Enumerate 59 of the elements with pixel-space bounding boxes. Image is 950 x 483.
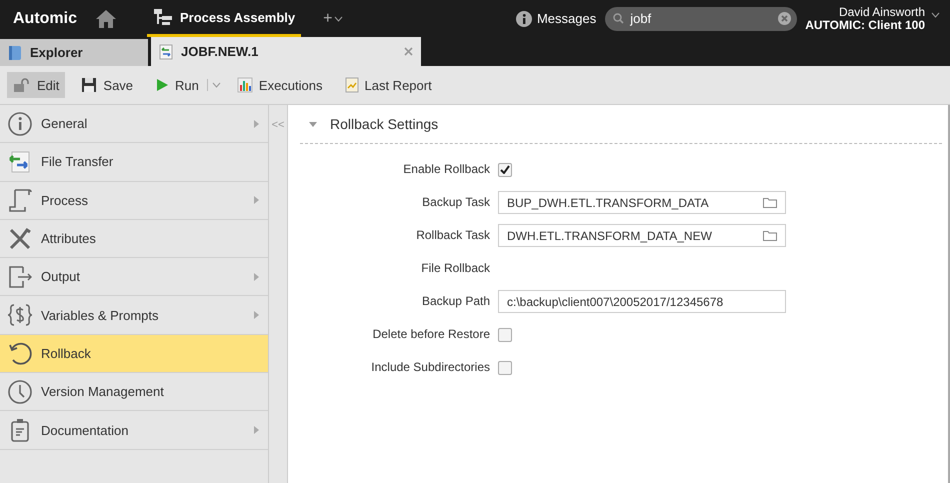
field-label: Backup Path (420, 293, 490, 310)
hierarchy-icon (153, 8, 173, 26)
document-tab[interactable]: JOBF.NEW.1 (151, 37, 421, 66)
book-icon (8, 44, 22, 60)
field-label: Rollback Task (415, 227, 490, 244)
chevron-down-icon[interactable] (931, 12, 940, 18)
toolbar-button[interactable]: Executions (230, 72, 328, 98)
sidebar-item[interactable]: File Transfer (0, 143, 268, 182)
section-title: Rollback Settings (330, 116, 438, 132)
folder-icon[interactable] (763, 230, 777, 241)
client-name[interactable]: AUTOMIC: Client 100 (805, 18, 925, 32)
toolbar-button[interactable]: Save (75, 72, 140, 98)
messages-link[interactable]: Messages (536, 11, 596, 26)
field-label: Backup Task (421, 194, 490, 211)
padlock-icon (13, 78, 31, 92)
scroll-icon (7, 187, 33, 214)
sidebar-item[interactable]: Attributes (0, 220, 268, 258)
sidebar-item[interactable]: Output (0, 258, 268, 296)
field-label: Delete before Restore (372, 326, 490, 343)
lookup-field[interactable]: BUP_DWH.ETL.TRANSFORM_DATA (498, 191, 786, 214)
undo-icon (7, 340, 33, 366)
sidebar-item[interactable]: Process (0, 182, 268, 220)
report-icon (344, 77, 358, 93)
variable-icon (7, 302, 33, 328)
info-icon (7, 110, 33, 137)
search-icon (613, 13, 624, 24)
collapse-arrow-icon[interactable] (309, 122, 317, 126)
field-label: Enable Rollback (402, 161, 490, 178)
play-icon (155, 78, 170, 92)
field-label: Include Subdirectories (370, 359, 490, 376)
user-name[interactable]: David Ainsworth (838, 6, 925, 18)
export-icon (7, 264, 33, 290)
checkbox[interactable] (498, 162, 512, 176)
folder-icon[interactable] (763, 197, 777, 208)
logo: Automic (13, 10, 77, 28)
sidebar-item[interactable]: Rollback (0, 334, 268, 374)
lookup-field[interactable]: DWH.ETL.TRANSFORM_DATA_NEW (498, 224, 786, 247)
tools-icon (7, 226, 33, 252)
bar-chart-icon (236, 77, 253, 93)
chevron-down-icon[interactable] (334, 16, 344, 22)
checkbox[interactable] (498, 328, 512, 342)
transfer-icon (159, 44, 173, 60)
field-label: File Rollback (420, 260, 490, 277)
clear-icon[interactable] (778, 12, 792, 25)
toolbar-button[interactable]: Edit (7, 72, 66, 98)
toolbar-button[interactable]: Last Report (338, 72, 438, 98)
checkbox[interactable] (498, 360, 512, 374)
document-tab[interactable]: Explorer (0, 39, 148, 66)
toolbar-button[interactable]: Run (149, 72, 205, 98)
clock-icon (7, 378, 33, 405)
close-icon[interactable] (404, 47, 413, 56)
info-icon[interactable] (516, 10, 532, 26)
search-field[interactable]: jobf (605, 6, 798, 30)
sidebar-item[interactable]: Version Management (0, 373, 268, 412)
home-icon[interactable] (95, 8, 117, 28)
add-perspective-button[interactable]: + (323, 10, 332, 28)
sidebar-item[interactable]: Documentation (0, 411, 268, 450)
sidebar-item[interactable]: General (0, 105, 268, 144)
input-field[interactable]: c:\backup\client007\20052017/12345678 (498, 290, 786, 313)
